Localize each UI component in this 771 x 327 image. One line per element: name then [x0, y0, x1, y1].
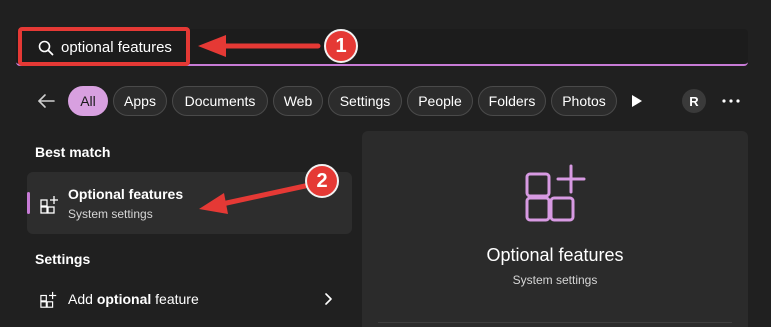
filter-chip-people[interactable]: People: [407, 86, 473, 116]
preview-subtitle: System settings: [512, 273, 598, 287]
annotation-highlight-box: [18, 27, 190, 66]
preview-title: Optional features: [486, 245, 624, 265]
optional-features-icon: [40, 291, 57, 308]
optional-features-icon: [40, 196, 58, 214]
annotation-badge-2: 2: [305, 164, 339, 198]
optional-features-icon: [525, 164, 586, 222]
setting-item-highlight: optional: [96, 291, 152, 307]
play-icon[interactable]: [631, 94, 643, 108]
settings-heading: Settings: [35, 251, 91, 267]
filter-chip-apps[interactable]: Apps: [113, 86, 167, 116]
chevron-right-icon[interactable]: [324, 293, 334, 305]
best-match-result[interactable]: [27, 172, 352, 234]
best-match-subtitle: System settings: [68, 207, 153, 221]
best-match-title: Optional features: [68, 186, 184, 202]
setting-item-suffix: feature: [151, 291, 199, 307]
filter-chip-documents[interactable]: Documents: [172, 86, 268, 116]
filter-chip-web[interactable]: Web: [273, 86, 323, 116]
setting-item-prefix: Add: [68, 291, 97, 307]
preview-panel: [362, 131, 748, 327]
more-icon[interactable]: [722, 99, 740, 103]
add-optional-feature-item[interactable]: Add optional feature: [68, 291, 199, 307]
filter-chip-all[interactable]: All: [68, 86, 108, 116]
filter-chip-photos[interactable]: Photos: [551, 86, 617, 116]
preview-divider: [378, 322, 732, 323]
filter-chip-folders[interactable]: Folders: [478, 86, 546, 116]
back-arrow-icon[interactable]: [36, 91, 56, 111]
selection-indicator: [27, 192, 30, 214]
filter-chip-settings[interactable]: Settings: [328, 86, 402, 116]
best-match-heading: Best match: [35, 144, 111, 160]
avatar[interactable]: R: [682, 89, 706, 113]
annotation-badge-1: 1: [324, 29, 358, 63]
